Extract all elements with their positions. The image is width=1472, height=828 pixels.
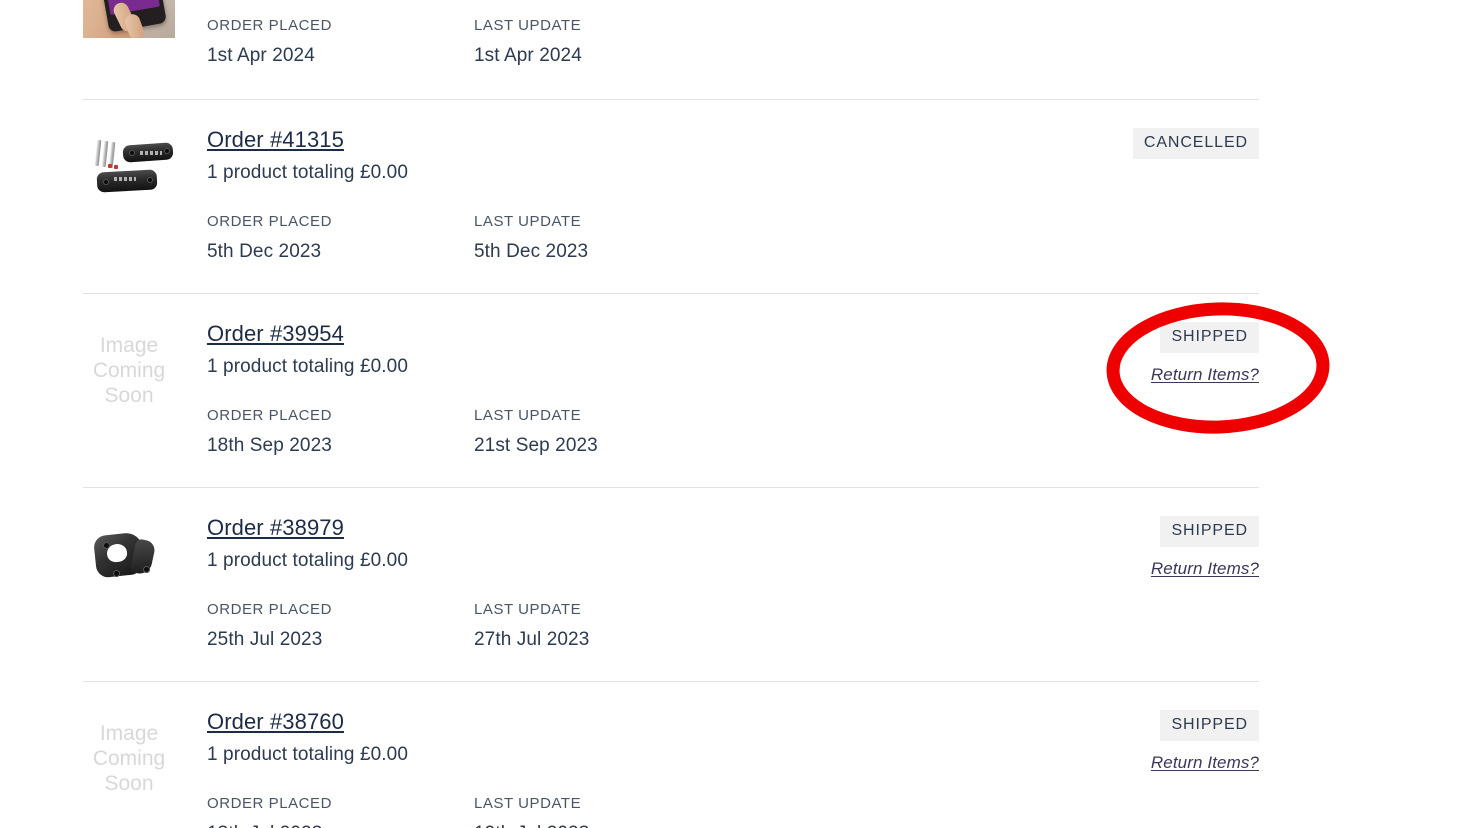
- table-row[interactable]: Image Coming Soon Order #39954 1 product…: [83, 294, 1259, 488]
- order-status-cell: SHIPPED Return Items?: [1059, 318, 1259, 385]
- last-update-label: LAST UPDATE: [474, 601, 582, 618]
- order-thumbnail-cell: [83, 124, 207, 206]
- order-link[interactable]: Order #39954: [207, 320, 344, 348]
- orders-list: 1 product totaling £0.00 ORDER PLACED 1s…: [83, 0, 1259, 828]
- order-info-cell: Order #39954 1 product totaling £0.00 OR…: [207, 318, 1059, 459]
- order-summary: 1 product totaling £0.00: [207, 744, 408, 765]
- placeholder-line-2: Coming: [92, 746, 166, 770]
- bolt-shape: [101, 140, 109, 168]
- last-update-label: LAST UPDATE: [474, 213, 582, 230]
- order-placed-value: 1st Apr 2024: [207, 45, 315, 66]
- bolt-hole: [147, 177, 153, 183]
- order-status-cell: CANCELLED: [1059, 124, 1259, 159]
- order-placed-value: 25th Jul 2023: [207, 629, 323, 650]
- placeholder-line-2: Coming: [92, 358, 166, 382]
- product-image-phone[interactable]: [83, 0, 175, 38]
- order-status-cell: SHIPPED Return Items?: [1059, 512, 1259, 579]
- bolt-hole: [103, 542, 110, 549]
- last-update-label: LAST UPDATE: [474, 407, 582, 424]
- last-update-value: 21st Sep 2023: [474, 435, 598, 456]
- order-placed-label: ORDER PLACED: [207, 17, 332, 34]
- last-update-block: LAST UPDATE 19th Jul 2023: [474, 794, 741, 828]
- order-info-cell: Order #38979 1 product totaling £0.00 OR…: [207, 512, 1059, 653]
- last-update-block: LAST UPDATE 5th Dec 2023: [474, 212, 741, 265]
- order-info-cell: Order #41315 1 product totaling £0.00 OR…: [207, 124, 1059, 265]
- bolt-hole: [143, 566, 150, 573]
- last-update-block: LAST UPDATE 21st Sep 2023: [474, 406, 741, 459]
- last-update-block: LAST UPDATE 1st Apr 2024: [474, 16, 741, 69]
- brand-logo: [114, 177, 136, 181]
- order-link[interactable]: Order #38979: [207, 514, 344, 542]
- placeholder-line-1: Image: [99, 333, 159, 357]
- order-placed-block: ORDER PLACED 25th Jul 2023: [207, 600, 474, 653]
- table-row[interactable]: 1 product totaling £0.00 ORDER PLACED 1s…: [83, 0, 1259, 100]
- last-update-block: LAST UPDATE 27th Jul 2023: [474, 600, 741, 653]
- return-items-link[interactable]: Return Items?: [1059, 365, 1259, 385]
- order-link[interactable]: Order #38760: [207, 708, 344, 736]
- last-update-label: LAST UPDATE: [474, 795, 582, 812]
- order-dates: ORDER PLACED 25th Jul 2023 LAST UPDATE 2…: [207, 600, 1043, 653]
- last-update-value: 19th Jul 2023: [474, 821, 741, 828]
- order-placed-block: ORDER PLACED 5th Dec 2023: [207, 212, 474, 265]
- order-summary: 1 product totaling £0.00: [207, 356, 408, 377]
- return-items-link[interactable]: Return Items?: [1059, 753, 1259, 773]
- order-history-page: 1 product totaling £0.00 ORDER PLACED 1s…: [0, 0, 1472, 828]
- order-summary: 1 product totaling £0.00: [207, 162, 408, 183]
- bolt-hole: [129, 150, 135, 156]
- order-link[interactable]: Order #41315: [207, 126, 344, 154]
- bolt-hole: [103, 179, 109, 185]
- product-image-bars[interactable]: [83, 130, 175, 206]
- bolt-shape: [94, 139, 102, 167]
- brand-logo: [140, 151, 162, 155]
- order-thumbnail-cell: [83, 512, 207, 594]
- order-placed-label: ORDER PLACED: [207, 407, 332, 424]
- order-dates: ORDER PLACED 5th Dec 2023 LAST UPDATE 5t…: [207, 212, 1043, 265]
- table-row[interactable]: Image Coming Soon Order #38760 1 product…: [83, 682, 1259, 828]
- status-badge: SHIPPED: [1160, 322, 1259, 353]
- order-placed-value: 5th Dec 2023: [207, 241, 322, 262]
- placeholder-line-3: Soon: [104, 771, 154, 795]
- status-badge: CANCELLED: [1132, 128, 1259, 159]
- bolt-tip: [114, 165, 118, 169]
- order-dates: ORDER PLACED 18th Sep 2023 LAST UPDATE 2…: [207, 406, 1043, 459]
- order-info-cell: 1 product totaling £0.00 ORDER PLACED 1s…: [207, 0, 1059, 69]
- status-badge: SHIPPED: [1160, 516, 1259, 547]
- order-placed-label: ORDER PLACED: [207, 213, 332, 230]
- placeholder-line-1: Image: [99, 721, 159, 745]
- bolt-hole: [164, 148, 170, 154]
- return-items-link[interactable]: Return Items?: [1059, 559, 1259, 579]
- table-row[interactable]: Order #41315 1 product totaling £0.00 OR…: [83, 100, 1259, 294]
- order-thumbnail-cell: Image Coming Soon: [83, 706, 207, 804]
- placeholder-line-3: Soon: [104, 383, 154, 407]
- last-update-value: 5th Dec 2023: [474, 241, 589, 262]
- last-update-label: LAST UPDATE: [474, 17, 582, 34]
- product-image-placeholder: Image Coming Soon: [83, 324, 175, 416]
- order-status-cell: SHIPPED Return Items?: [1059, 706, 1259, 773]
- order-dates: ORDER PLACED 13th Jul 2023 LAST UPDATE 1…: [207, 794, 1043, 828]
- order-placed-block: ORDER PLACED 18th Sep 2023: [207, 406, 474, 459]
- order-thumbnail-cell: [83, 0, 207, 38]
- order-placed-value: 18th Sep 2023: [207, 435, 332, 456]
- order-placed-label: ORDER PLACED: [207, 795, 332, 812]
- order-placed-label: ORDER PLACED: [207, 601, 332, 618]
- order-summary: 1 product totaling £0.00: [207, 550, 408, 571]
- order-thumbnail-cell: Image Coming Soon: [83, 318, 207, 416]
- status-badge: SHIPPED: [1160, 710, 1259, 741]
- last-update-value: 1st Apr 2024: [474, 45, 582, 66]
- bolt-hole: [113, 570, 120, 577]
- bolt-tip: [108, 164, 112, 168]
- order-placed-block: ORDER PLACED 1st Apr 2024: [207, 16, 474, 69]
- product-image-placeholder: Image Coming Soon: [83, 712, 175, 804]
- product-image-bracket[interactable]: [83, 518, 175, 594]
- order-dates: ORDER PLACED 1st Apr 2024 LAST UPDATE 1s…: [207, 16, 1043, 69]
- last-update-value: 27th Jul 2023: [474, 629, 590, 650]
- order-placed-block: ORDER PLACED 13th Jul 2023: [207, 794, 474, 828]
- order-placed-value: 13th Jul 2023: [207, 821, 474, 828]
- order-info-cell: Order #38760 1 product totaling £0.00 OR…: [207, 706, 1059, 828]
- table-row[interactable]: Order #38979 1 product totaling £0.00 OR…: [83, 488, 1259, 682]
